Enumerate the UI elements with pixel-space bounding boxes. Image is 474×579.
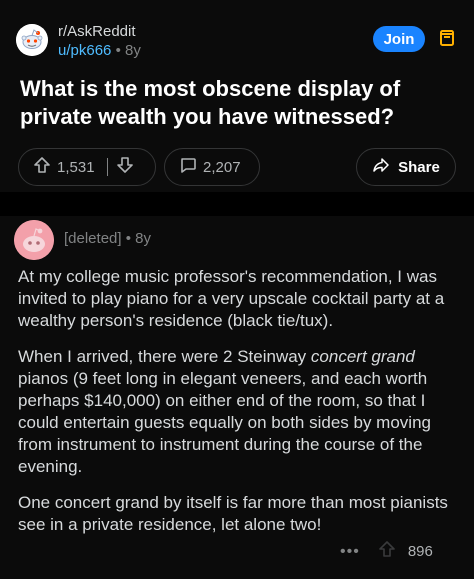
comment-body: At my college music professor's recommen… bbox=[18, 266, 458, 550]
comments-button[interactable]: 2,207 bbox=[164, 148, 260, 186]
join-button[interactable]: Join bbox=[373, 26, 425, 52]
comment-author: [deleted] bbox=[64, 230, 122, 247]
comment-icon bbox=[179, 156, 197, 179]
subreddit-avatar-icon[interactable] bbox=[16, 24, 48, 56]
upvote-icon[interactable] bbox=[33, 156, 51, 179]
share-button[interactable]: Share bbox=[356, 148, 456, 186]
tray-icon[interactable] bbox=[440, 30, 454, 46]
upvote-icon[interactable] bbox=[378, 540, 396, 563]
comment-card: [deleted] • 8y At my college music profe… bbox=[0, 216, 474, 579]
vote-divider bbox=[106, 158, 108, 176]
comment-paragraph: At my college music professor's recommen… bbox=[18, 267, 445, 330]
subreddit-name[interactable]: r/AskReddit bbox=[58, 22, 141, 41]
author-line: u/pk666 • 8y bbox=[58, 41, 141, 60]
downvote-icon[interactable] bbox=[116, 156, 134, 179]
post-card: r/AskReddit u/pk666 • 8y Join What is th… bbox=[0, 0, 474, 192]
comment-paragraph: One concert grand by itself is far more … bbox=[18, 493, 448, 534]
post-meta: r/AskReddit u/pk666 • 8y bbox=[58, 22, 141, 60]
share-label: Share bbox=[398, 158, 440, 176]
vote-bar: 1,531 bbox=[18, 148, 156, 186]
comment-meta: [deleted] • 8y bbox=[64, 230, 151, 247]
post-title[interactable]: What is the most obscene display of priv… bbox=[20, 75, 450, 131]
author-name[interactable]: u/pk666 bbox=[58, 42, 111, 59]
comment-actions: ••• 896 bbox=[340, 540, 433, 563]
comment-vote-count: 896 bbox=[407, 543, 433, 560]
deleted-avatar-icon bbox=[14, 220, 54, 260]
share-icon bbox=[372, 156, 390, 179]
upvote-count: 1,531 bbox=[57, 158, 95, 176]
more-options-button[interactable]: ••• bbox=[340, 543, 360, 561]
comment-age: • 8y bbox=[125, 230, 151, 247]
post-age: • 8y bbox=[115, 42, 141, 59]
comment-count: 2,207 bbox=[203, 158, 241, 176]
comment-paragraph: When I arrived, there were 2 Steinway co… bbox=[18, 347, 431, 476]
